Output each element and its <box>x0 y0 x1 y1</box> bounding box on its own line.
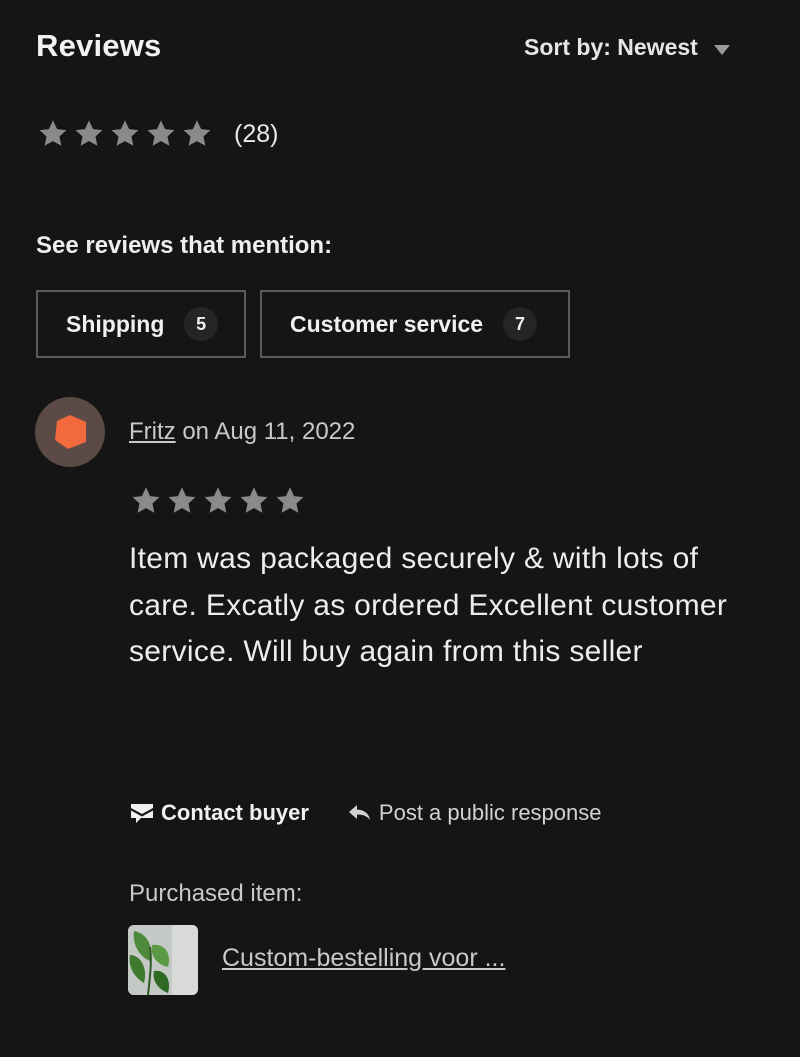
sort-label: Sort by: Newest <box>524 34 698 60</box>
mention-chip-shipping[interactable]: Shipping 5 <box>36 290 246 358</box>
review-stars <box>129 485 307 517</box>
review-actions: Contact buyer Post a public response <box>129 800 602 826</box>
star-icon <box>129 485 163 517</box>
star-icon <box>180 118 214 150</box>
star-icon <box>108 118 142 150</box>
chip-count-badge: 5 <box>184 307 218 341</box>
contact-buyer-button[interactable]: Contact buyer <box>129 800 309 826</box>
purchased-item-thumbnail[interactable] <box>128 925 198 995</box>
purchased-item-label: Purchased item: <box>129 880 303 907</box>
purchased-item-link[interactable]: Custom-bestelling voor ... <box>222 944 505 973</box>
pentagon-avatar-icon <box>55 415 86 449</box>
reviewer-name-link[interactable]: Fritz <box>129 418 176 445</box>
star-icon <box>201 485 235 517</box>
page-title: Reviews <box>36 28 162 63</box>
star-icon <box>273 485 307 517</box>
review-date: on Aug 11, 2022 <box>175 418 356 445</box>
summary-stars <box>36 118 214 150</box>
mentions-heading: See reviews that mention: <box>36 232 333 259</box>
star-icon <box>36 118 70 150</box>
star-icon <box>72 118 106 150</box>
avatar[interactable] <box>35 397 105 467</box>
review-count: (28) <box>234 119 279 148</box>
sort-dropdown[interactable]: Sort by: Newest <box>524 34 730 61</box>
post-public-response-button[interactable]: Post a public response <box>347 800 602 826</box>
reviewer-line: Fritz on Aug 11, 2022 <box>129 418 355 446</box>
mention-chip-customer-service[interactable]: Customer service 7 <box>260 290 570 358</box>
rating-summary: (28) <box>36 118 278 150</box>
post-public-response-label: Post a public response <box>378 800 602 825</box>
review-body: Item was packaged securely & with lots o… <box>129 542 728 668</box>
star-icon <box>165 485 199 517</box>
chip-label: Customer service <box>290 310 484 337</box>
star-icon <box>237 485 271 517</box>
plant-thumbnail-image <box>128 925 198 995</box>
chevron-down-icon <box>713 44 730 55</box>
star-icon <box>144 118 178 150</box>
contact-buyer-label: Contact buyer <box>161 800 309 825</box>
reply-arrow-icon <box>348 805 370 820</box>
chip-count-badge: 7 <box>503 307 538 341</box>
mail-icon <box>131 804 153 823</box>
chip-label: Shipping <box>66 310 165 337</box>
